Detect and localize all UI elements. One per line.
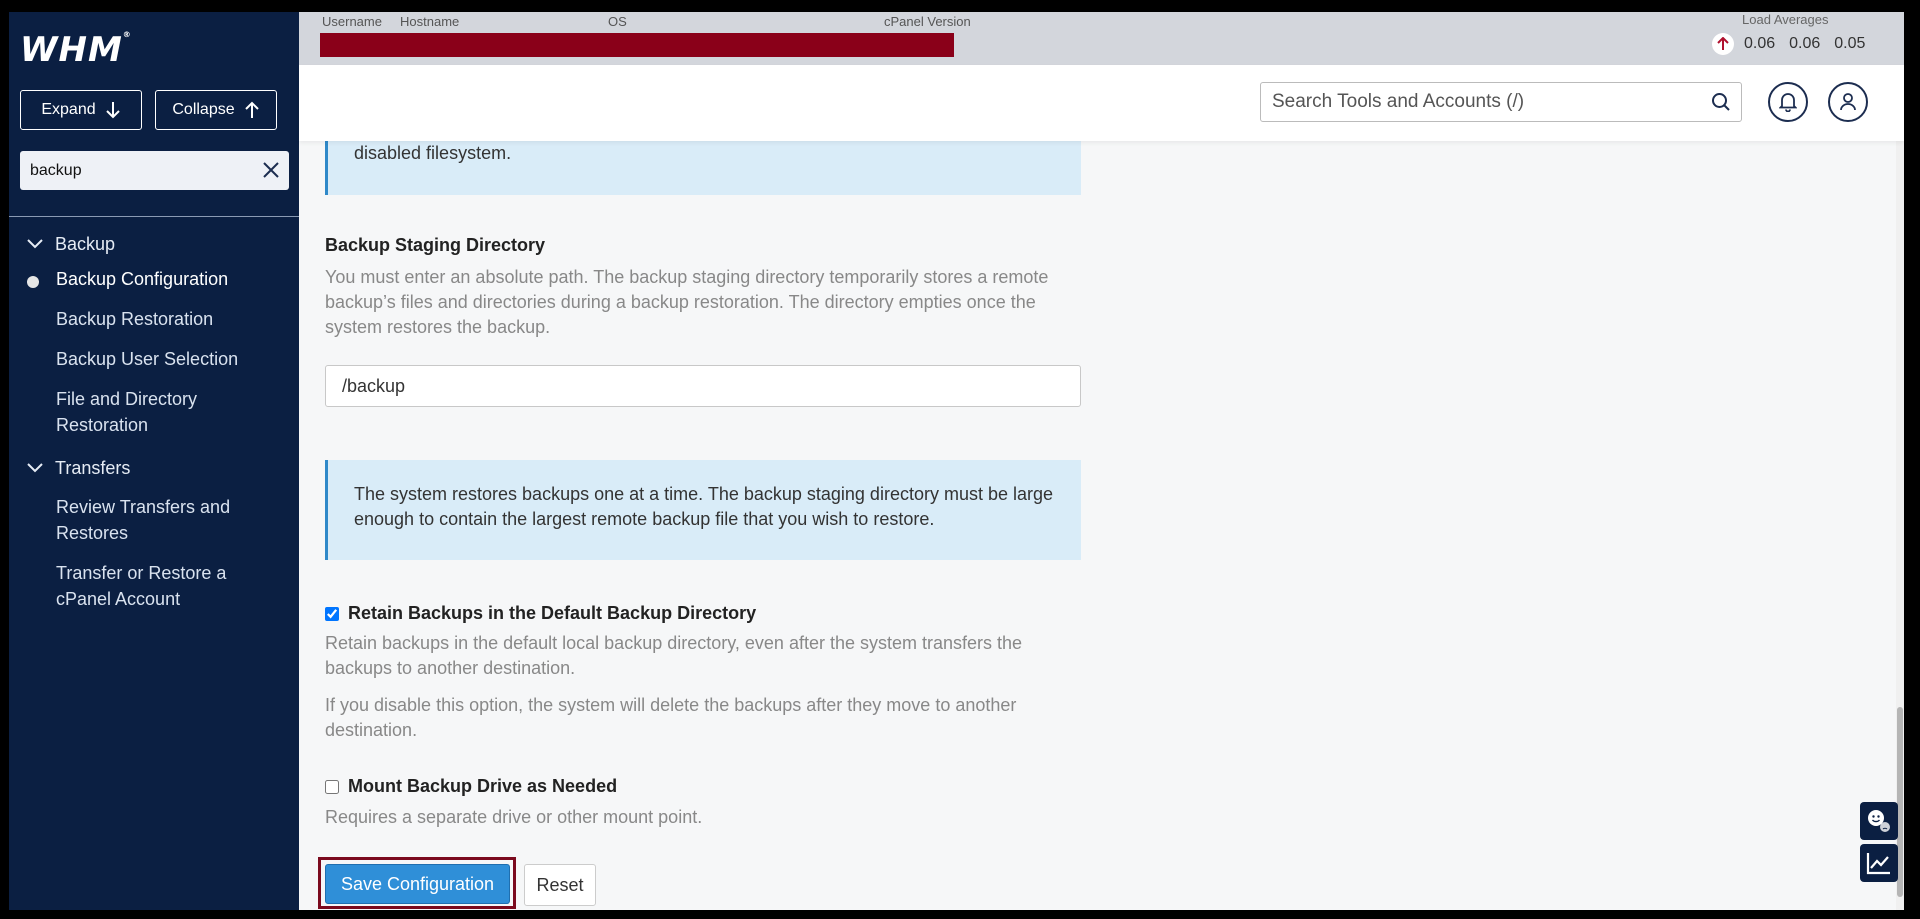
- sidebar-item-backup-restoration[interactable]: Backup Restoration: [9, 302, 299, 336]
- retain-backups-checkbox[interactable]: [325, 606, 339, 621]
- user-icon: [1840, 93, 1856, 111]
- username-label: Username: [322, 14, 382, 29]
- retain-backups-description: Retain backups in the default local back…: [325, 633, 1023, 678]
- sidebar-divider: [9, 216, 299, 217]
- reset-button[interactable]: Reset: [524, 864, 596, 906]
- server-info-bar: Username Hostname OS cPanel Version Load…: [299, 12, 1904, 65]
- sidebar-item-backup-configuration[interactable]: Backup Configuration: [9, 262, 299, 296]
- retain-backups-option[interactable]: Retain Backups in the Default Backup Dir…: [325, 603, 756, 624]
- mount-backup-drive-description: Requires a separate drive or other mount…: [325, 807, 703, 827]
- expand-collapse-row: Expand Collapse: [20, 90, 277, 130]
- os-label: OS: [608, 14, 627, 29]
- feedback-button[interactable]: [1860, 802, 1898, 840]
- sidebar-search-input[interactable]: [30, 161, 240, 180]
- analytics-button[interactable]: [1860, 844, 1898, 882]
- load-1min: 0.06: [1744, 35, 1776, 52]
- whm-window: WHM® Expand Collapse Backup Backup: [9, 12, 1904, 910]
- sidebar: WHM® Expand Collapse Backup Backup: [9, 12, 299, 910]
- arrow-down-icon: [105, 102, 120, 119]
- notifications-button[interactable]: [1768, 82, 1808, 122]
- sidebar-item-transfer-restore-account[interactable]: Transfer or Restore a cPanel Account: [9, 556, 239, 616]
- sidebar-nav: Backup Backup Configuration Backup Resto…: [9, 226, 299, 616]
- header: [299, 65, 1904, 141]
- clear-search-icon[interactable]: [262, 161, 280, 179]
- load-5min: 0.06: [1789, 35, 1821, 52]
- staging-directory-input[interactable]: [325, 365, 1081, 407]
- feedback-face-icon: [1868, 810, 1890, 832]
- whm-logo[interactable]: WHM®: [20, 30, 132, 70]
- search-icon[interactable]: [1711, 92, 1731, 112]
- load-averages: 0.06 0.06 0.05: [1712, 33, 1865, 55]
- expand-button[interactable]: Expand: [20, 90, 142, 130]
- tools-search: [1260, 82, 1742, 122]
- arrow-up-icon: [244, 101, 259, 118]
- active-dot-icon: [27, 276, 39, 288]
- load-15min: 0.05: [1834, 35, 1866, 52]
- chevron-down-icon: [27, 239, 43, 249]
- sidebar-item-backup-user-selection[interactable]: Backup User Selection: [9, 342, 299, 376]
- bell-icon: [1779, 93, 1797, 112]
- main-content: disabled filesystem. Backup Staging Dire…: [299, 65, 1904, 910]
- user-menu-button[interactable]: [1828, 82, 1868, 122]
- staging-directory-title: Backup Staging Directory: [325, 235, 546, 255]
- mount-backup-drive-checkbox[interactable]: [325, 779, 339, 794]
- arrow-up-icon: [1712, 33, 1734, 55]
- save-configuration-button[interactable]: Save Configuration: [325, 864, 510, 904]
- nav-group-backup[interactable]: Backup: [9, 226, 299, 262]
- collapse-button[interactable]: Collapse: [155, 90, 277, 130]
- tools-search-input[interactable]: [1272, 91, 1692, 113]
- sidebar-item-review-transfers[interactable]: Review Transfers and Restores: [9, 490, 239, 550]
- hostname-label: Hostname: [400, 14, 460, 29]
- server-info-redacted-bar: [320, 33, 954, 57]
- nav-group-transfers[interactable]: Transfers: [9, 450, 299, 486]
- sidebar-item-file-directory-restoration[interactable]: File and Directory Restoration: [9, 382, 239, 442]
- chart-trend-icon: [1866, 853, 1890, 875]
- retain-backups-warning: If you disable this option, the system w…: [325, 695, 1017, 740]
- sidebar-search: [20, 151, 289, 190]
- cpanel-version-label: cPanel Version: [884, 14, 971, 29]
- staging-directory-description: You must enter an absolute path. The bac…: [325, 267, 1049, 337]
- staging-directory-note: The system restores backups one at a tim…: [325, 460, 1081, 560]
- mount-backup-drive-option[interactable]: Mount Backup Drive as Needed: [325, 776, 617, 797]
- chevron-down-icon: [27, 463, 43, 473]
- load-averages-title: Load Averages: [1742, 12, 1829, 27]
